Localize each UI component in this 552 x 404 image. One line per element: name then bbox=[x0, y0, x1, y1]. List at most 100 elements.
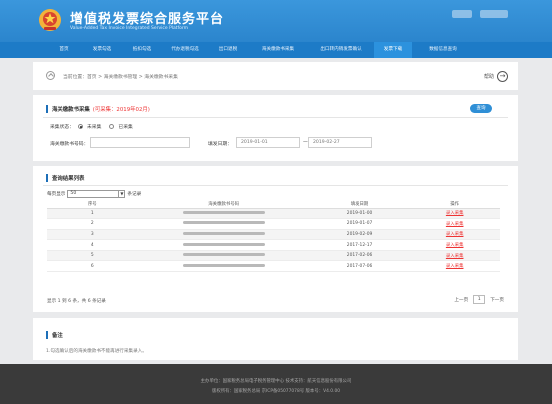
redacted-number bbox=[182, 253, 265, 257]
radio-collected[interactable] bbox=[109, 124, 115, 129]
footer-line-copyright: 版权所有：国家税务总局 京ICP备05077078号 版本号：V4.0.00 bbox=[211, 389, 341, 394]
result-table: 序号 海关缴款书号码 填发日期 操作 1 2019-01-00 录入采集 2 2… bbox=[47, 200, 500, 273]
result-title: 查询结果列表 bbox=[52, 176, 85, 182]
action-cell: 录入采集 bbox=[409, 239, 500, 251]
redacted-number bbox=[182, 221, 265, 225]
help-label: 帮助 bbox=[483, 73, 494, 80]
customs-number-label: 海关缴款书号码： bbox=[50, 142, 89, 147]
collect-status-label: 采集状态： bbox=[50, 125, 74, 130]
col-index: 序号 bbox=[47, 200, 138, 209]
footer-line-sponsor: 主办单位：国家税务总局电子税务管理中心 技术支持：航天信息股份有限公司 bbox=[200, 379, 352, 384]
nav-item-export-refund[interactable]: 出口退税 bbox=[208, 42, 248, 58]
nav-item-invoice-download[interactable]: 发票下载 bbox=[374, 42, 412, 58]
page-footer: 主办单位：国家税务总局电子税务管理中心 技术支持：航天信息股份有限公司 版权所有… bbox=[0, 364, 552, 404]
collect-link[interactable]: 录入采集 bbox=[446, 222, 464, 227]
remark-panel: 备注 1.勾选确认后的海关缴款书不能再进行采集录入。 bbox=[33, 318, 518, 360]
user-info[interactable] bbox=[452, 10, 472, 18]
next-page-button[interactable]: 下一页 bbox=[490, 297, 504, 303]
filter-row: 海关缴款书号码： 填发日期： 2019-01-01 — 2019-02-27 bbox=[50, 137, 510, 149]
issue-date-cell: 2019-01-00 bbox=[309, 208, 410, 220]
customs-number-cell bbox=[137, 218, 310, 230]
radio-not-collected-label[interactable]: 未采集 bbox=[87, 123, 101, 130]
table-row: 4 2017-12-17 录入采集 bbox=[47, 239, 500, 251]
action-cell: 录入采集 bbox=[409, 229, 500, 241]
query-button[interactable]: 查询 bbox=[470, 104, 492, 113]
collect-period-note: (可采集：2019年02月) bbox=[92, 107, 150, 113]
date-from-input[interactable]: 2019-01-01 bbox=[236, 137, 300, 148]
table-header-row: 序号 海关缴款书号码 填发日期 操作 bbox=[47, 200, 500, 209]
collect-link[interactable]: 录入采集 bbox=[446, 232, 464, 237]
page-size-value: 50 bbox=[70, 191, 77, 196]
remark-section-title: 备注 bbox=[46, 331, 63, 339]
issue-date-cell: 2019-02-09 bbox=[309, 229, 410, 241]
nav-item-agent-refund[interactable]: 代办退税勾选 bbox=[162, 42, 208, 58]
nav-item-home[interactable]: 首页 bbox=[46, 42, 82, 58]
redacted-number bbox=[182, 210, 265, 214]
customs-number-cell bbox=[137, 239, 310, 251]
redacted-number bbox=[182, 263, 265, 267]
action-cell: 录入采集 bbox=[409, 208, 500, 220]
page-1-button[interactable]: 1 bbox=[473, 295, 486, 304]
customs-number-cell bbox=[137, 260, 310, 273]
collect-link[interactable]: 录入采集 bbox=[446, 254, 464, 259]
query-panel: 海关缴款书采集 (可采集：2019年02月) 查询 采集状态： 未采集 已采集 … bbox=[33, 95, 518, 161]
pager-info: 显示 1 到 6 条，共 6 条记录 bbox=[47, 299, 106, 304]
location-icon bbox=[46, 71, 55, 80]
query-title: 海关缴款书采集 bbox=[52, 107, 90, 113]
nav-item-export-domestic[interactable]: 出口转内销发票确认 bbox=[308, 42, 374, 58]
issue-date-cell: 2019-01-07 bbox=[309, 218, 410, 230]
prev-page-button[interactable]: 上一页 bbox=[454, 297, 468, 303]
nav-item-data-query[interactable]: 数据信息查询 bbox=[412, 42, 474, 58]
action-cell: 录入采集 bbox=[409, 260, 500, 273]
redacted-number bbox=[182, 242, 265, 246]
divider bbox=[43, 117, 508, 118]
logout-link[interactable] bbox=[480, 10, 508, 18]
result-section-title: 查询结果列表 bbox=[46, 174, 84, 182]
section-marker bbox=[46, 331, 48, 339]
customs-number-cell bbox=[137, 208, 310, 220]
help-button[interactable]: 帮助 → bbox=[484, 70, 508, 82]
nav-item-customs-collect[interactable]: 海关缴款书采集 bbox=[248, 42, 308, 58]
row-index: 4 bbox=[47, 239, 138, 251]
chevron-down-icon: ▼ bbox=[118, 191, 124, 197]
page-size-label: 每页显示 bbox=[47, 192, 66, 197]
action-cell: 录入采集 bbox=[409, 218, 500, 230]
remark-text: 1.勾选确认后的海关缴款书不能再进行采集录入。 bbox=[46, 349, 147, 354]
customs-number-cell bbox=[137, 229, 310, 241]
date-to-input[interactable]: 2019-02-27 bbox=[308, 137, 372, 148]
main-nav: 首页 发票勾选 抵扣勾选 代办退税勾选 出口退税 海关缴款书采集 出口转内销发票… bbox=[0, 42, 552, 58]
collect-link[interactable]: 录入采集 bbox=[446, 211, 464, 216]
radio-not-collected[interactable] bbox=[78, 124, 83, 129]
result-panel: 查询结果列表 每页显示 50 ▼ 条记录 序号 海关缴款书号码 填发日期 操作 … bbox=[33, 166, 518, 312]
page-size-control: 每页显示 50 ▼ 条记录 bbox=[47, 190, 141, 198]
breadcrumb[interactable]: 当前位置：首页 > 海关缴款书管理 > 海关缴款书采集 bbox=[63, 73, 178, 80]
nav-item-invoice-select[interactable]: 发票勾选 bbox=[82, 42, 122, 58]
divider bbox=[43, 185, 508, 186]
table-row: 3 2019-02-09 录入采集 bbox=[47, 229, 500, 241]
col-customs-number: 海关缴款书号码 bbox=[137, 200, 310, 209]
issue-date-cell: 2017-02-06 bbox=[309, 250, 410, 262]
issue-date-cell: 2017-07-06 bbox=[309, 260, 410, 273]
site-subtitle: Value-Added Tax Invoice Integrated Servi… bbox=[70, 26, 189, 31]
arrow-right-icon: → bbox=[497, 70, 508, 82]
nav-item-deduction-select[interactable]: 抵扣勾选 bbox=[122, 42, 162, 58]
redacted-number bbox=[182, 231, 265, 235]
action-cell: 录入采集 bbox=[409, 250, 500, 262]
page-size-select[interactable]: 50 ▼ bbox=[67, 190, 126, 198]
remark-title: 备注 bbox=[52, 333, 63, 339]
tax-emblem-logo bbox=[39, 9, 61, 31]
site-title: 增值税发票综合服务平台 bbox=[70, 12, 225, 27]
row-index: 3 bbox=[47, 229, 138, 241]
collect-link[interactable]: 录入采集 bbox=[446, 264, 464, 269]
col-action: 操作 bbox=[409, 200, 500, 209]
row-index: 6 bbox=[47, 260, 138, 273]
issue-date-cell: 2017-12-17 bbox=[309, 239, 410, 251]
collect-link[interactable]: 录入采集 bbox=[446, 243, 464, 248]
breadcrumb-bar: 当前位置：首页 > 海关缴款书管理 > 海关缴款书采集 帮助 → bbox=[33, 62, 518, 90]
customs-number-input[interactable] bbox=[90, 137, 190, 148]
query-section-title: 海关缴款书采集 (可采集：2019年02月) bbox=[46, 105, 150, 113]
page-size-suffix: 条记录 bbox=[127, 192, 142, 197]
section-marker bbox=[46, 174, 48, 182]
radio-collected-label[interactable]: 已采集 bbox=[118, 123, 132, 130]
collect-status-group: 采集状态： 未采集 已采集 bbox=[50, 123, 133, 130]
